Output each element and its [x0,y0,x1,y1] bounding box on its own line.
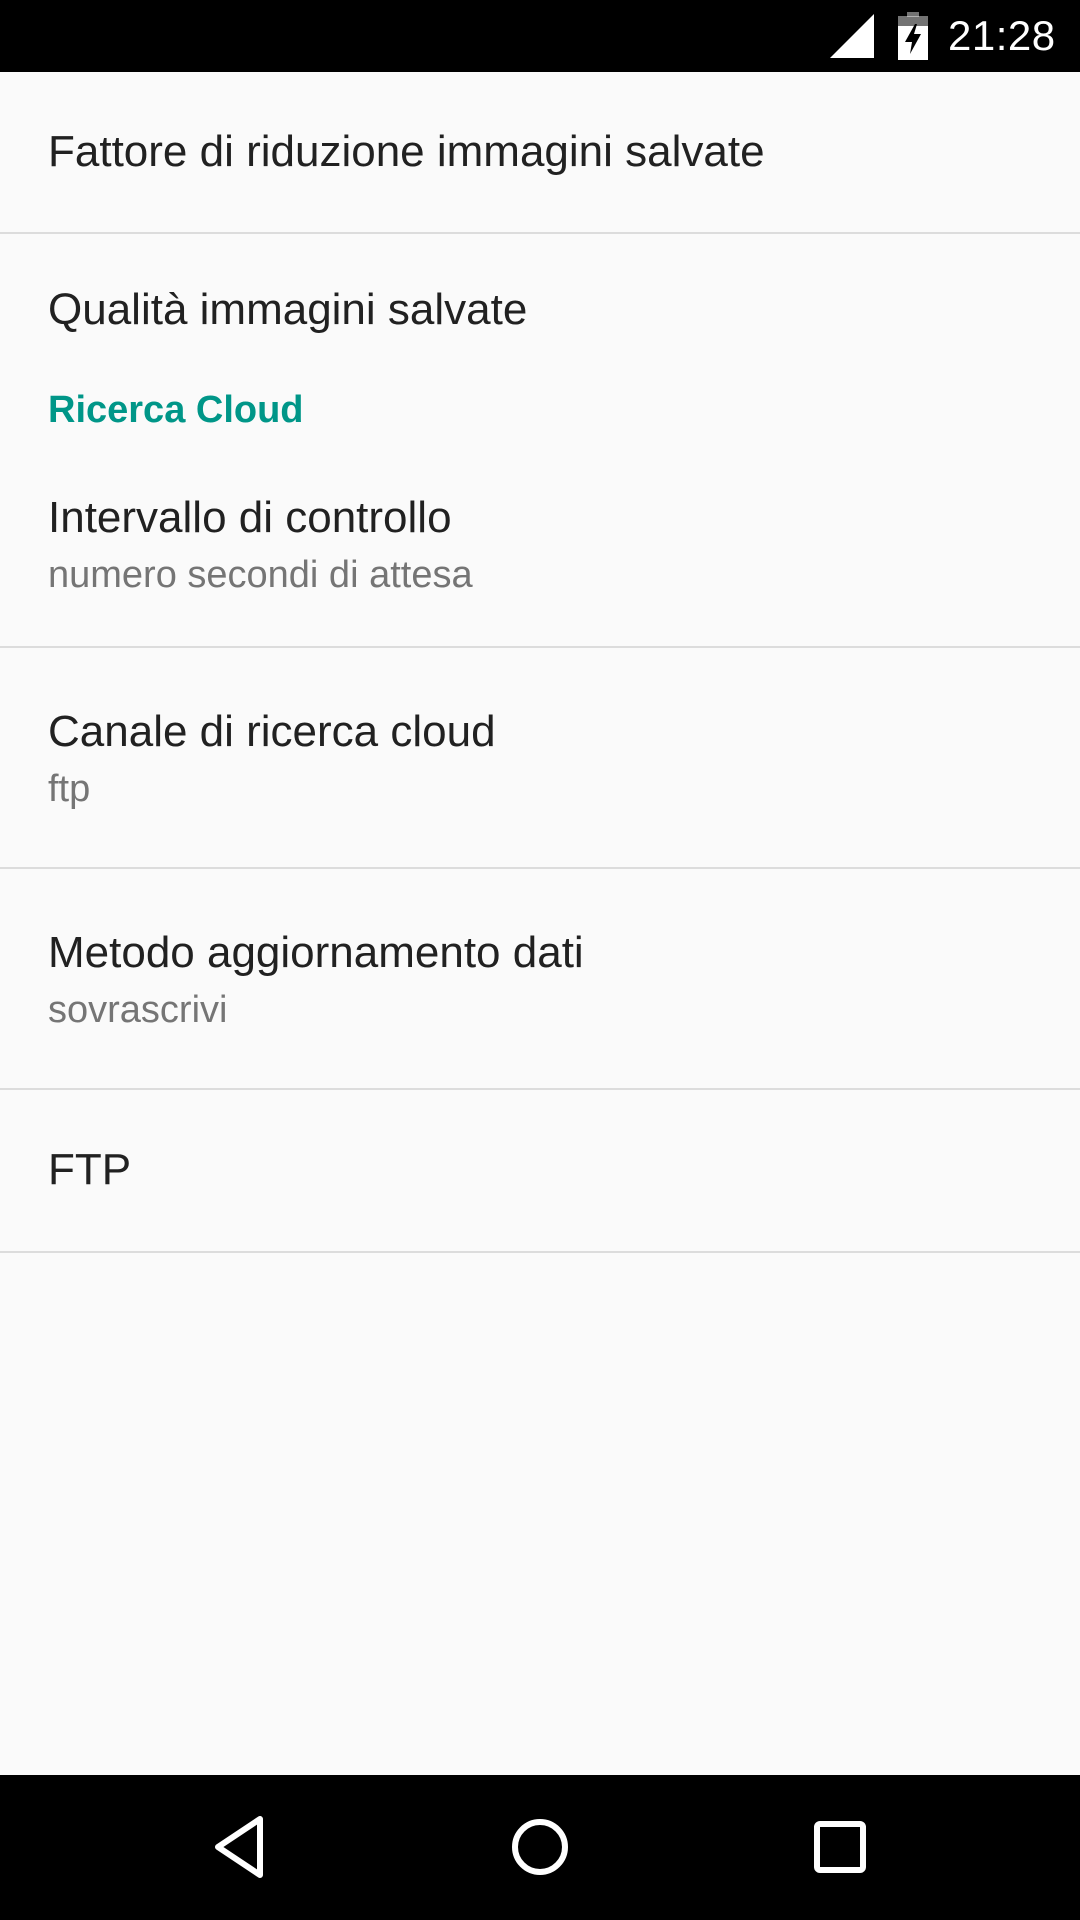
pref-check-interval[interactable]: Intervallo di controllo numero secondi d… [0,452,1080,648]
home-icon[interactable] [490,1797,590,1897]
pref-cloud-channel-title: Canale di ricerca cloud [48,707,496,756]
status-bar: 21:28 [0,0,1080,72]
clock: 21:28 [948,12,1056,59]
category-cloud-search: Ricerca Cloud [0,382,1080,452]
pref-update-method-summary: sovrascrivi [48,989,228,1031]
back-icon[interactable] [190,1797,290,1897]
pref-cloud-channel[interactable]: Canale di ricerca cloud ftp [0,648,1080,869]
pref-scale-factor-title: Fattore di riduzione immagini salvate [48,127,765,176]
battery-charging-icon [898,12,928,60]
pref-ftp-title: FTP [48,1145,132,1194]
pref-scale-factor[interactable]: Fattore di riduzione immagini salvate [0,72,1080,234]
cell-signal-icon [830,14,874,58]
category-cloud-search-title: Ricerca Cloud [48,389,304,431]
navigation-bar [0,1775,1080,1920]
pref-check-interval-summary: numero secondi di attesa [48,554,473,596]
pref-check-interval-title: Intervallo di controllo [48,493,452,542]
pref-update-method[interactable]: Metodo aggiornamento dati sovrascrivi [0,869,1080,1090]
pref-update-method-title: Metodo aggiornamento dati [48,928,584,977]
settings-list: Fattore di riduzione immagini salvate Qu… [0,72,1080,1775]
pref-image-quality-title: Qualità immagini salvate [48,285,528,334]
pref-cloud-channel-summary: ftp [48,768,91,810]
pref-image-quality[interactable]: Qualità immagini salvate [0,234,1080,382]
recents-icon[interactable] [790,1797,890,1897]
pref-ftp[interactable]: FTP [0,1090,1080,1253]
